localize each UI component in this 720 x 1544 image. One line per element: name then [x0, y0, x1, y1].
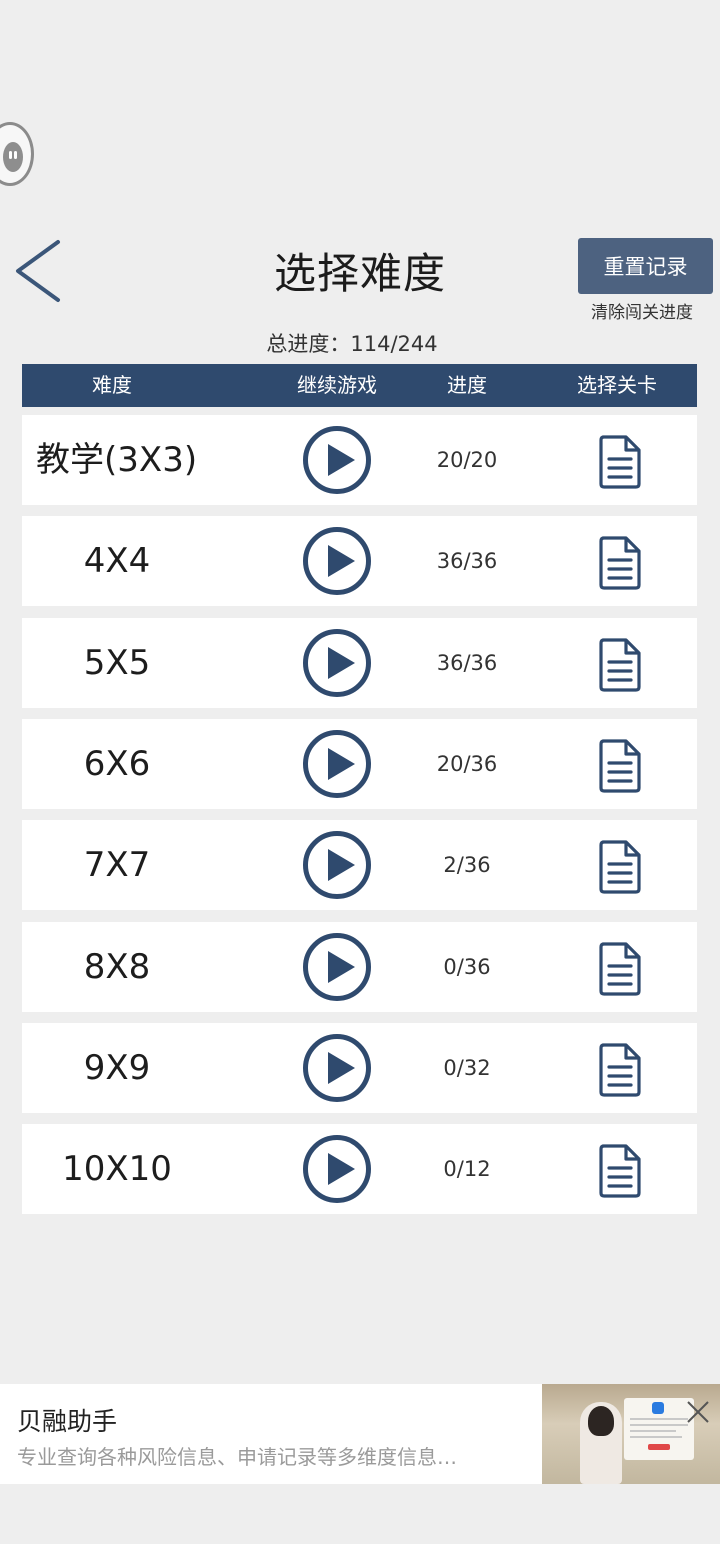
- reset-note: 清除闯关进度: [591, 303, 693, 323]
- document-icon[interactable]: [598, 637, 642, 693]
- document-icon[interactable]: [598, 1042, 642, 1098]
- progress-value: 36/36: [436, 549, 498, 573]
- progress-value: 20/36: [436, 752, 498, 776]
- column-header-continue: 继续游戏: [297, 373, 377, 397]
- column-header-difficulty: 难度: [92, 373, 132, 397]
- play-circle-icon[interactable]: [302, 425, 372, 495]
- document-icon[interactable]: [598, 839, 642, 895]
- document-icon[interactable]: [598, 738, 642, 794]
- table-row: 7X7 2/36: [22, 820, 697, 910]
- ad-banner[interactable]: 贝融助手 专业查询各种风险信息、申请记录等多维度信息…: [0, 1384, 720, 1484]
- ad-description: 专业查询各种风险信息、申请记录等多维度信息…: [17, 1445, 457, 1469]
- difficulty-name: 8X8: [83, 947, 151, 987]
- play-circle-icon[interactable]: [302, 729, 372, 799]
- difficulty-name: 6X6: [83, 744, 151, 784]
- play-circle-icon[interactable]: [302, 628, 372, 698]
- difficulty-select-screen: 选择难度 重置记录 清除闯关进度 总进度：114/244 难度 继续游戏 进度 …: [0, 0, 720, 1544]
- progress-value: 2/36: [443, 853, 491, 877]
- table-header: 难度 继续游戏 进度 选择关卡: [22, 364, 697, 407]
- progress-value: 36/36: [436, 651, 498, 675]
- reset-record-button[interactable]: 重置记录: [578, 238, 713, 294]
- play-circle-icon[interactable]: [302, 1033, 372, 1103]
- column-header-progress: 进度: [447, 373, 487, 397]
- floating-assistant-icon[interactable]: [0, 122, 34, 186]
- table-row: 教学(3X3) 20/20: [22, 415, 697, 505]
- table-row: 5X5 36/36: [22, 618, 697, 708]
- difficulty-name: 5X5: [83, 643, 151, 683]
- table-row: 10X10 0/12: [22, 1124, 697, 1214]
- play-circle-icon[interactable]: [302, 526, 372, 596]
- table-row: 6X6 20/36: [22, 719, 697, 809]
- progress-value: 0/12: [443, 1157, 491, 1181]
- play-circle-icon[interactable]: [302, 1134, 372, 1204]
- difficulty-name: 10X10: [62, 1149, 172, 1189]
- difficulty-name: 教学(3X3): [36, 440, 198, 480]
- progress-value: 0/32: [443, 1056, 491, 1080]
- document-icon[interactable]: [598, 1143, 642, 1199]
- total-progress: 总进度：114/244: [266, 332, 438, 356]
- play-circle-icon[interactable]: [302, 932, 372, 1002]
- ad-title: 贝融助手: [17, 1407, 118, 1436]
- document-icon[interactable]: [598, 535, 642, 591]
- column-header-select-level: 选择关卡: [577, 373, 657, 397]
- table-row: 9X9 0/32: [22, 1023, 697, 1113]
- difficulty-name: 4X4: [83, 541, 151, 581]
- table-row: 4X4 36/36: [22, 516, 697, 606]
- document-icon[interactable]: [598, 941, 642, 997]
- progress-value: 0/36: [443, 955, 491, 979]
- play-circle-icon[interactable]: [302, 830, 372, 900]
- difficulty-name: 7X7: [83, 845, 151, 885]
- document-icon[interactable]: [598, 434, 642, 490]
- ad-image[interactable]: [542, 1384, 720, 1484]
- difficulty-name: 9X9: [83, 1048, 151, 1088]
- progress-value: 20/20: [436, 448, 498, 472]
- table-row: 8X8 0/36: [22, 922, 697, 1012]
- close-icon[interactable]: [686, 1400, 710, 1424]
